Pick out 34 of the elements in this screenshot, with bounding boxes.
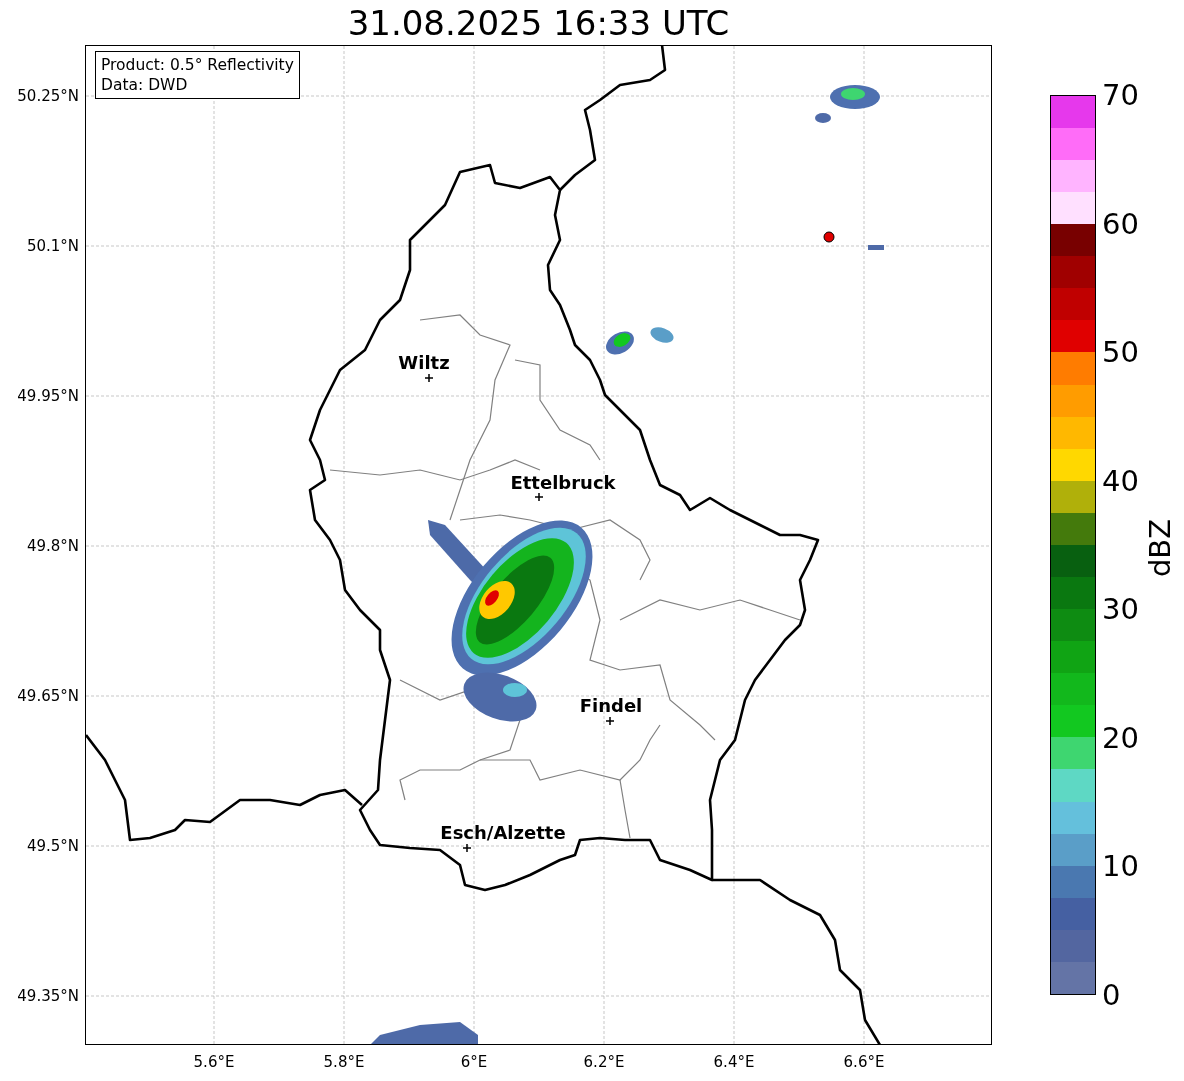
chart-title: 31.08.2025 16:33 UTC xyxy=(346,1,731,45)
latitude-tick-label: 49.95°N xyxy=(17,387,79,405)
longitude-tick-label: 5.8°E xyxy=(323,1053,365,1071)
latitude-tick-label: 50.1°N xyxy=(26,237,79,255)
longitude-tick-label: 6.6°E xyxy=(843,1053,885,1071)
city-label: Findel xyxy=(579,694,643,716)
longitude-tick-label: 6.2°E xyxy=(583,1053,625,1071)
scale-tick-label: 10 xyxy=(1102,849,1139,884)
scale-tick-label: 0 xyxy=(1102,978,1121,1012)
scale-tick-label: 70 xyxy=(1102,78,1139,112)
radar-site-marker xyxy=(823,231,835,243)
city-marker xyxy=(424,373,434,383)
longitude-tick-label: 6.4°E xyxy=(713,1053,755,1071)
city-marker xyxy=(462,843,472,853)
city-label: Ettelbruck xyxy=(510,471,616,493)
latitude-tick-label: 49.35°N xyxy=(17,987,79,1005)
info-text: Data: DWD xyxy=(101,75,189,95)
scale-tick-label: 20 xyxy=(1102,720,1139,755)
latitude-tick-label: 50.25°N xyxy=(17,87,79,105)
longitude-tick-label: 6°E xyxy=(460,1053,488,1071)
city-marker xyxy=(534,492,544,502)
city-label: Wiltz xyxy=(398,351,450,373)
scale-tick-label: 40 xyxy=(1102,463,1139,498)
scale-unit-label: dBZ xyxy=(1143,518,1177,578)
info-text: Product: 0.5° Reflectivity xyxy=(101,55,294,75)
longitude-tick-label: 5.6°E xyxy=(193,1053,235,1071)
scale-tick-label: 60 xyxy=(1102,206,1139,241)
scale-tick-label: 30 xyxy=(1102,592,1139,627)
scale-tick-label: 50 xyxy=(1102,335,1139,370)
latitude-tick-label: 49.65°N xyxy=(17,687,79,705)
city-label: Esch/Alzette xyxy=(440,821,566,843)
city-marker xyxy=(605,716,615,726)
latitude-tick-label: 49.5°N xyxy=(26,837,79,855)
latitude-tick-label: 49.8°N xyxy=(26,537,79,555)
